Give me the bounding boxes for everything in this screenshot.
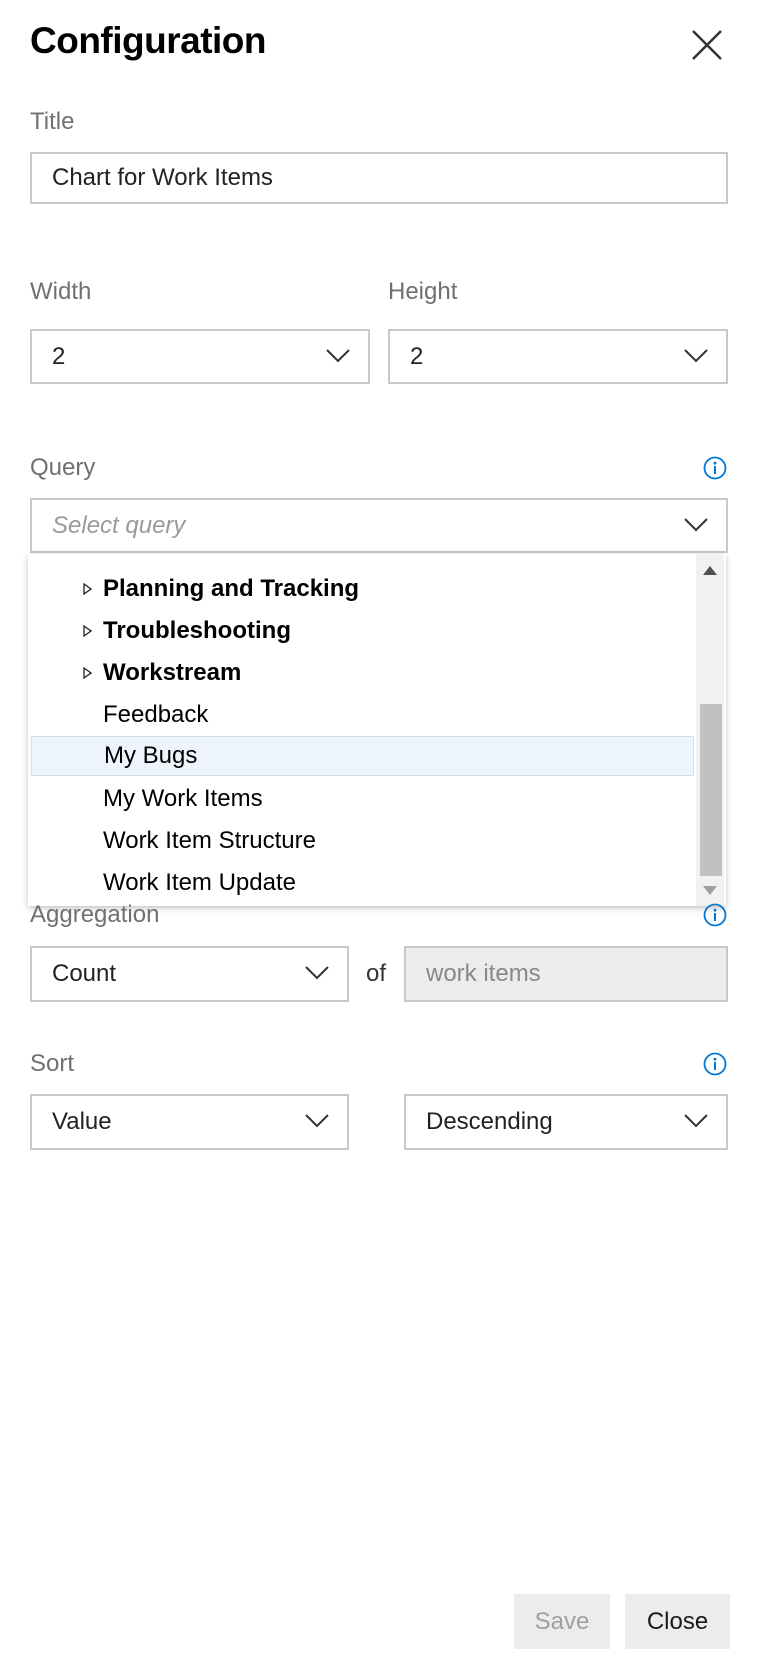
chevron-down-icon xyxy=(684,1114,708,1128)
query-folder-planning[interactable]: Planning and Tracking xyxy=(28,569,694,609)
sort-order-select[interactable]: Descending xyxy=(404,1094,728,1150)
chevron-down-icon xyxy=(326,348,350,362)
dialog-title: Configuration xyxy=(30,20,267,61)
query-label: Query xyxy=(30,454,96,481)
title-input[interactable]: Chart for Work Items xyxy=(30,152,728,204)
info-icon[interactable] xyxy=(703,1052,727,1076)
close-button[interactable]: Close xyxy=(625,1594,730,1649)
of-label: of xyxy=(366,960,387,987)
query-item-work-item-structure[interactable]: Work Item Structure xyxy=(28,821,694,861)
query-dropdown-list[interactable]: Planning and Tracking Troubleshooting Wo… xyxy=(28,554,726,906)
save-button[interactable]: Save xyxy=(514,1594,610,1649)
list-item-label: Feedback xyxy=(103,701,209,728)
query-select[interactable]: Select query xyxy=(30,498,728,553)
aggregation-type-select[interactable]: Count xyxy=(30,946,349,1002)
close-icon[interactable] xyxy=(690,28,724,62)
chevron-down-icon xyxy=(684,348,708,362)
scroll-down-arrow-icon[interactable] xyxy=(703,886,717,895)
height-select[interactable]: 2 xyxy=(388,329,728,384)
height-label: Height xyxy=(388,278,458,305)
query-item-feedback[interactable]: Feedback xyxy=(28,695,694,735)
aggregation-target-field: work items xyxy=(404,946,728,1002)
query-item-my-work-items[interactable]: My Work Items xyxy=(28,779,694,819)
scrollbar-thumb[interactable] xyxy=(700,704,722,876)
dropdown-scrollbar[interactable] xyxy=(696,554,724,906)
width-select[interactable]: 2 xyxy=(30,329,370,384)
expand-triangle-icon[interactable] xyxy=(83,583,92,595)
sort-label: Sort xyxy=(30,1050,75,1077)
chevron-down-icon xyxy=(684,517,708,531)
query-folder-workstream[interactable]: Workstream xyxy=(28,653,694,693)
title-input-value: Chart for Work Items xyxy=(52,164,273,191)
title-label: Title xyxy=(30,108,75,135)
sort-order-value: Descending xyxy=(426,1108,553,1135)
width-label: Width xyxy=(30,278,92,305)
query-item-work-item-update[interactable]: Work Item Update xyxy=(28,863,694,903)
info-icon[interactable] xyxy=(703,456,727,480)
info-icon[interactable] xyxy=(703,903,727,927)
aggregation-label: Aggregation xyxy=(30,901,160,928)
query-item-my-bugs[interactable]: My Bugs xyxy=(31,736,694,776)
list-item-label: Work Item Structure xyxy=(103,827,316,854)
height-select-value: 2 xyxy=(410,342,424,370)
query-placeholder: Select query xyxy=(52,511,186,539)
sort-by-select[interactable]: Value xyxy=(30,1094,349,1150)
scroll-up-arrow-icon[interactable] xyxy=(703,566,717,575)
aggregation-target-value: work items xyxy=(426,960,541,987)
list-item-label: Workstream xyxy=(103,659,242,686)
chevron-down-icon xyxy=(305,966,329,980)
list-item-label: Troubleshooting xyxy=(103,617,291,644)
list-item-label: Planning and Tracking xyxy=(103,575,360,602)
width-select-value: 2 xyxy=(52,342,66,370)
aggregation-type-value: Count xyxy=(52,960,117,987)
list-item-label: My Bugs xyxy=(104,742,198,769)
query-folder-troubleshooting[interactable]: Troubleshooting xyxy=(28,611,694,651)
expand-triangle-icon[interactable] xyxy=(83,625,92,637)
list-item-label: Work Item Update xyxy=(103,869,296,896)
chevron-down-icon xyxy=(305,1114,329,1128)
sort-by-value: Value xyxy=(52,1108,112,1135)
list-item-label: My Work Items xyxy=(103,785,263,812)
expand-triangle-icon[interactable] xyxy=(83,667,92,679)
